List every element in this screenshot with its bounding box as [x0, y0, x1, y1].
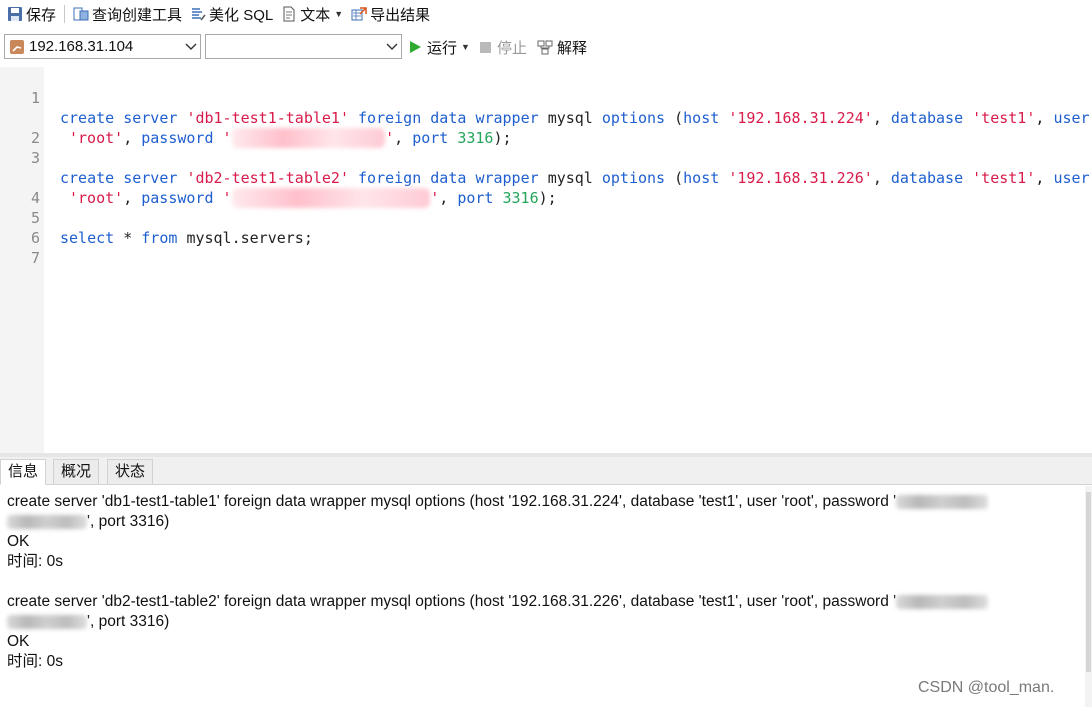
result-time: 时间: 0s [7, 553, 63, 570]
code-line: 2 [30, 129, 40, 147]
tab-info[interactable]: 信息 [0, 459, 47, 485]
dropdown-caret-icon: ▼ [334, 9, 344, 19]
text-menu-button[interactable]: 文本 ▼ [277, 1, 347, 27]
code-line: 3 create server 'db2-test1-table2' forei… [30, 149, 1090, 187]
result-message: create server 'db1-test1-table1' foreign… [7, 492, 989, 512]
redacted-password [896, 494, 989, 509]
run-button[interactable]: 运行 ▼ [410, 37, 470, 58]
database-select[interactable] [205, 34, 402, 59]
query-builder-button[interactable]: 查询创建工具 [69, 1, 186, 27]
sql-editor[interactable]: 1 create server 'db1-test1-table1' forei… [0, 67, 1092, 453]
code-line: 6 [30, 229, 40, 247]
code-line: 1 create server 'db1-test1-table1' forei… [30, 89, 1090, 127]
result-status: OK [7, 533, 30, 550]
tab-status[interactable]: 状态 [107, 459, 154, 485]
stop-icon [479, 41, 491, 53]
stop-button[interactable]: 停止 [479, 37, 527, 58]
watermark: CSDN @tool_man. [918, 679, 1055, 696]
redacted-password [7, 614, 87, 629]
result-tabs: 信息 概况 状态 [0, 457, 1092, 485]
result-time: 时间: 0s [7, 653, 63, 670]
tab-overview[interactable]: 概况 [53, 459, 100, 485]
beautify-sql-button[interactable]: 美化 SQL [186, 1, 277, 27]
save-icon [7, 6, 23, 22]
explain-button[interactable]: 解释 [537, 37, 587, 58]
document-icon [281, 6, 297, 22]
result-message: ', port 3316) [7, 512, 169, 532]
save-button[interactable]: 保存 [3, 1, 60, 27]
connection-icon [9, 39, 25, 55]
dropdown-caret-icon[interactable]: ▼ [461, 42, 470, 52]
connection-select[interactable]: 192.168.31.104 [4, 34, 201, 59]
result-status: OK [7, 633, 30, 650]
result-message: ', port 3316) [7, 612, 169, 632]
code-line: 4 [30, 189, 40, 207]
code-line: 7 [30, 249, 40, 267]
beautify-icon [190, 6, 206, 22]
chevron-down-icon [182, 40, 200, 54]
result-message: create server 'db2-test1-table2' foreign… [7, 592, 989, 612]
export-icon [351, 6, 367, 22]
chevron-down-icon [383, 40, 401, 54]
toolbar-separator [64, 5, 66, 23]
code-line: 5 select * from mysql.servers; [30, 209, 313, 247]
explain-icon [537, 39, 553, 55]
code-line: 'root', password 'xxxxxxxxxxxxxxxxx', po… [69, 128, 512, 148]
play-icon [410, 41, 421, 53]
redacted-password [7, 514, 87, 529]
export-results-button[interactable]: 导出结果 [347, 1, 434, 27]
redacted-password [896, 594, 989, 609]
results-scrollbar-thumb[interactable] [1086, 492, 1091, 672]
main-toolbar: 保存 查询创建工具 美化 SQL 文本 ▼ 导出结果 [0, 0, 1092, 28]
code-line: 'root', password 'xxxxxxxxxxxxxxxxxxxxxx… [69, 188, 557, 208]
run-controls: 运行 ▼ 停止 解释 [410, 36, 597, 58]
results-panel: create server 'db1-test1-table1' foreign… [0, 486, 1085, 707]
query-builder-icon [73, 6, 89, 22]
